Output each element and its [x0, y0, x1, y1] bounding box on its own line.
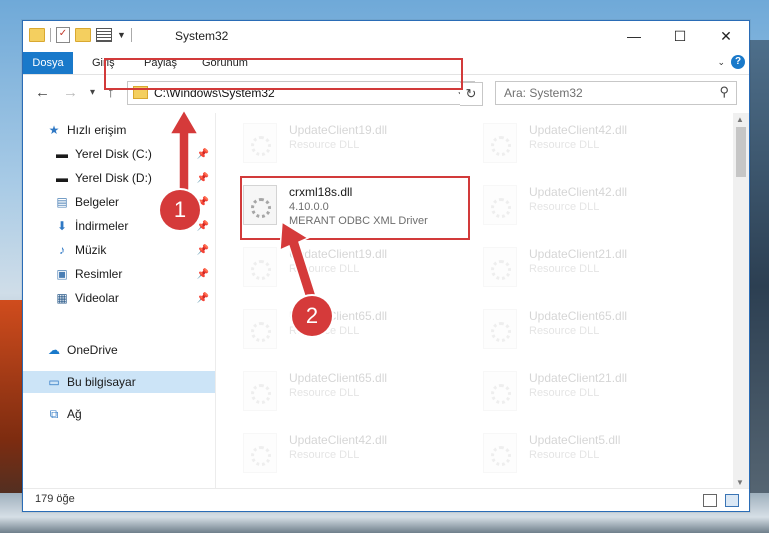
- list-item[interactable]: UpdateClient65.dll Resource DLL: [483, 305, 698, 353]
- sidebar-item-onedrive[interactable]: ☁ OneDrive: [23, 339, 215, 361]
- vertical-scrollbar[interactable]: ▲ ▼: [733, 113, 749, 489]
- recent-locations-icon[interactable]: ▾: [90, 87, 95, 98]
- details-view-icon[interactable]: [703, 494, 717, 507]
- sidebar-item-network[interactable]: ⧉ Ağ: [23, 403, 215, 425]
- sidebar-item-label: Bu bilgisayar: [67, 375, 136, 389]
- list-item[interactable]: UpdateClient65.dll Resource DLL: [243, 367, 458, 415]
- scroll-down-icon[interactable]: ▼: [736, 478, 744, 487]
- sidebar-item-label: Hızlı erişim: [67, 123, 127, 137]
- sidebar-item-label: Belgeler: [75, 195, 120, 209]
- dll-file-icon: [483, 185, 517, 225]
- tiles-view-icon[interactable]: [725, 494, 739, 507]
- sidebar-item-label: Videolar: [75, 291, 119, 305]
- list-item[interactable]: UpdateClient5.dll Resource DLL: [483, 429, 698, 477]
- chevron-down-icon[interactable]: ⌄: [717, 57, 725, 68]
- sidebar-item-label: Müzik: [75, 243, 107, 257]
- window-title: System32: [175, 29, 229, 43]
- list-item[interactable]: UpdateClient42.dll Resource DLL: [483, 119, 698, 167]
- sidebar-item-label: İndirmeler: [75, 219, 129, 233]
- sidebar-item-label: OneDrive: [67, 343, 118, 357]
- sidebar-item-label: Yerel Disk (D:): [75, 171, 152, 185]
- pin-icon[interactable]: 📌: [197, 221, 209, 232]
- sidebar-item-label: Resimler: [75, 267, 123, 281]
- search-icon: ⚲: [719, 84, 729, 99]
- videos-icon: ▦: [56, 291, 68, 305]
- dll-file-icon: [243, 247, 277, 287]
- star-icon: ★: [48, 123, 60, 137]
- sidebar-item-label: Ağ: [67, 407, 82, 421]
- pictures-icon: ▣: [56, 267, 68, 281]
- pin-icon[interactable]: 📌: [197, 293, 209, 304]
- dll-file-icon: [483, 371, 517, 411]
- dll-file-icon: [483, 247, 517, 287]
- folder-icon: [29, 28, 45, 42]
- dll-file-icon: [483, 309, 517, 349]
- maximize-button[interactable]: ☐: [657, 21, 703, 51]
- download-icon: ⬇: [56, 219, 68, 233]
- minimize-button[interactable]: —: [611, 21, 657, 51]
- window-controls: — ☐ ✕: [611, 21, 749, 51]
- list-item[interactable]: UpdateClient19.dll Resource DLL: [243, 119, 458, 167]
- close-button[interactable]: ✕: [703, 21, 749, 51]
- customize-icon[interactable]: [96, 28, 112, 42]
- wallpaper-trees: [747, 40, 769, 533]
- properties-check-icon[interactable]: ✓: [56, 27, 70, 43]
- scrollbar-thumb[interactable]: [736, 127, 746, 177]
- new-folder-icon[interactable]: [75, 28, 91, 42]
- dll-file-icon: [483, 433, 517, 473]
- search-input[interactable]: Ara: System32 ⚲: [495, 81, 737, 105]
- computer-icon: ▭: [48, 375, 60, 389]
- network-icon: ⧉: [49, 406, 59, 421]
- toolbar-divider: [50, 28, 51, 42]
- pin-icon[interactable]: 📌: [197, 245, 209, 256]
- dll-file-icon: [483, 123, 517, 163]
- back-arrow-icon[interactable]: ←: [35, 84, 50, 101]
- sidebar-item-label: Yerel Disk (C:): [75, 147, 152, 161]
- step-badge-1: 1: [160, 190, 200, 230]
- dll-file-icon: [243, 123, 277, 163]
- item-count: 179 öğe: [35, 493, 75, 505]
- status-bar: 179 öğe: [23, 488, 749, 511]
- dll-file-icon: [243, 309, 277, 349]
- drive-icon: ▬: [56, 171, 68, 185]
- sidebar-item-this-pc[interactable]: ▭ Bu bilgisayar: [23, 371, 215, 393]
- dll-file-icon: [243, 371, 277, 411]
- help-icon[interactable]: ?: [731, 55, 745, 69]
- step-badge-2: 2: [292, 296, 332, 336]
- sidebar-item-pictures[interactable]: ▣ Resimler 📌: [23, 263, 215, 285]
- file-explorer-window: ✓ ▼ System32 — ☐ ✕ Dosya Giriş Paylaş Gö…: [22, 20, 750, 512]
- list-item[interactable]: UpdateClient42.dll Resource DLL: [243, 429, 458, 477]
- list-item[interactable]: UpdateClient21.dll Resource DLL: [483, 367, 698, 415]
- address-bar-highlight: [104, 58, 463, 90]
- music-icon: ♪: [59, 243, 65, 257]
- scroll-up-icon[interactable]: ▲: [736, 115, 744, 124]
- cloud-icon: ☁: [48, 343, 60, 357]
- drive-icon: ▬: [56, 147, 68, 161]
- list-item[interactable]: UpdateClient21.dll Resource DLL: [483, 243, 698, 291]
- pin-icon[interactable]: 📌: [197, 269, 209, 280]
- tab-file[interactable]: Dosya: [23, 52, 73, 74]
- chevron-down-icon[interactable]: ▼: [117, 30, 126, 40]
- sidebar-item-videos[interactable]: ▦ Videolar 📌: [23, 287, 215, 309]
- quick-access-toolbar: ✓ ▼: [29, 27, 132, 43]
- list-item[interactable]: UpdateClient42.dll Resource DLL: [483, 181, 698, 229]
- refresh-icon[interactable]: ↻: [460, 82, 483, 106]
- ribbon-controls: ⌄ ?: [717, 55, 745, 69]
- documents-icon: ▤: [56, 195, 68, 209]
- forward-arrow-icon[interactable]: →: [63, 84, 78, 101]
- title-bar: ✓ ▼ System32 — ☐ ✕: [23, 21, 749, 52]
- sidebar-item-music[interactable]: ♪ Müzik 📌: [23, 239, 215, 261]
- toolbar-divider: [130, 28, 132, 42]
- dll-file-icon: [243, 433, 277, 473]
- file-highlight: [240, 176, 470, 240]
- search-placeholder: Ara: System32: [504, 86, 583, 100]
